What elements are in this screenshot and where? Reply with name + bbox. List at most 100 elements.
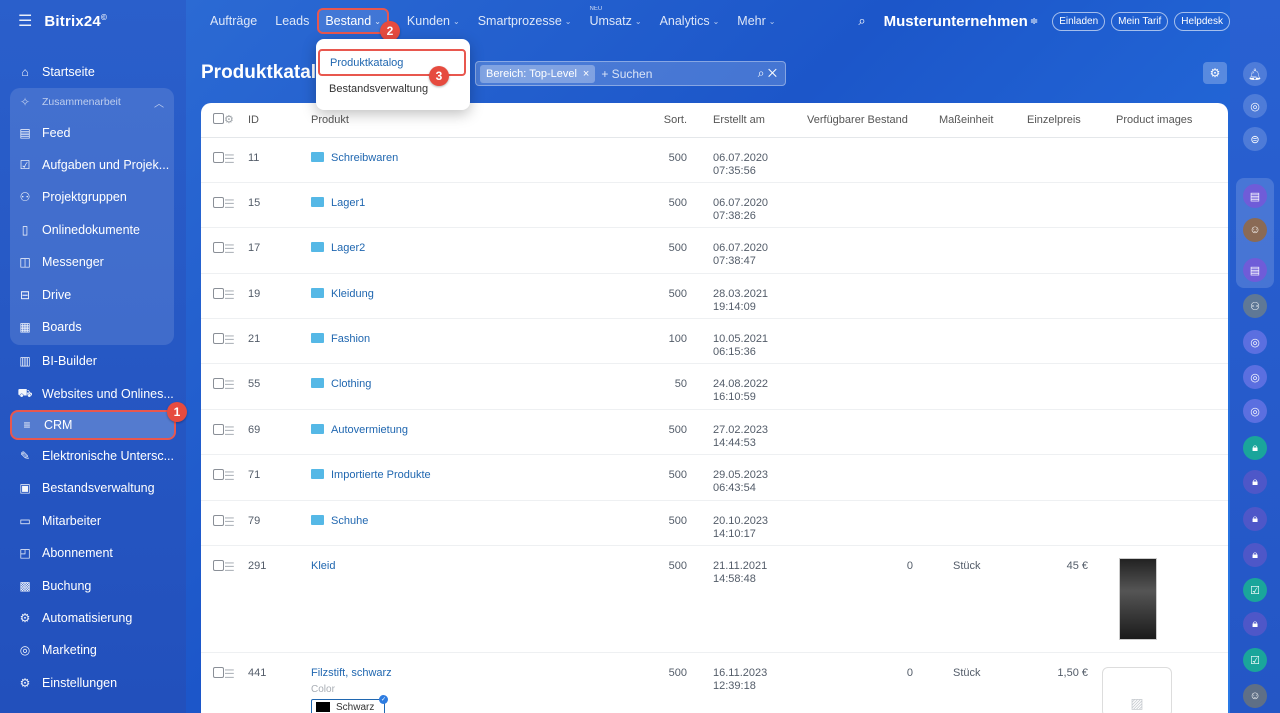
row-checkbox[interactable]: [213, 469, 224, 481]
color-variant-swatch[interactable]: Schwarz ✓: [311, 695, 388, 713]
sidebar-item-booking[interactable]: ▩ Buchung: [0, 569, 186, 601]
tab-customers[interactable]: Kunden ⌄: [407, 14, 460, 28]
row-checkbox[interactable]: [213, 560, 224, 572]
table-row[interactable]: ☰ 11 Schreibwaren 500 06.07.2020 07:35:56: [201, 137, 1228, 183]
product-section-link[interactable]: Lager2: [331, 242, 365, 254]
column-header-stock[interactable]: Verfügbarer Bestand: [807, 103, 927, 138]
sidebar-item-messenger[interactable]: ◫ Messenger: [10, 246, 174, 278]
tab-inventory[interactable]: Bestand ⌄: [317, 8, 389, 34]
drag-handle-icon[interactable]: ☰: [224, 515, 235, 529]
bell-icon[interactable]: 🔔︎: [1243, 62, 1267, 86]
table-row[interactable]: ☰ 441 Filzstift, schwarz Color Schwarz ✓ 500 16…: [201, 652, 1228, 713]
product-link[interactable]: Filzstift, schwarz: [311, 667, 392, 679]
filter-search-bar[interactable]: Bereich: Top-Level × + Suchen ⌕ ✕: [475, 61, 786, 86]
clear-icon[interactable]: ✕: [768, 66, 777, 80]
lock-icon[interactable]: 🔒︎: [1243, 436, 1267, 460]
sidebar-item-employees[interactable]: ▭ Mitarbeiter: [0, 505, 186, 537]
column-header-price[interactable]: Einzelpreis: [1027, 103, 1102, 138]
tab-orders[interactable]: Aufträge: [210, 14, 257, 28]
product-section-link[interactable]: Autovermietung: [331, 424, 408, 436]
column-header-sort[interactable]: Sort.: [601, 103, 687, 138]
row-checkbox[interactable]: [213, 196, 224, 208]
sidebar-item-tasks[interactable]: ☑ Aufgaben und Projek...: [10, 149, 174, 181]
select-all-checkbox[interactable]: [213, 112, 224, 124]
chat-channel-icon[interactable]: ▤: [1243, 258, 1267, 282]
drag-handle-icon[interactable]: ☰: [224, 424, 235, 438]
lock-icon[interactable]: 🔒︎: [1243, 470, 1267, 494]
tab-analytics[interactable]: Analytics ⌄: [660, 14, 720, 28]
drag-handle-icon[interactable]: ☰: [224, 469, 235, 483]
sidebar-item-feed[interactable]: ▤ Feed: [10, 116, 174, 148]
product-section-link[interactable]: Lager1: [331, 197, 365, 209]
product-section-link[interactable]: Fashion: [331, 333, 370, 345]
tab-more[interactable]: Mehr ⌄: [737, 14, 775, 28]
lock-icon[interactable]: 🔒︎: [1243, 543, 1267, 567]
sidebar-item-home[interactable]: ⌂ Startseite: [0, 56, 186, 88]
tab-smart-processes[interactable]: Smartprozesse ⌄: [478, 14, 572, 28]
chat-channel-icon[interactable]: ▤: [1243, 184, 1267, 208]
row-checkbox[interactable]: [213, 287, 224, 299]
sidebar-item-automation[interactable]: ⚙ Automatisierung: [0, 602, 186, 634]
drag-handle-icon[interactable]: ☰: [224, 197, 235, 211]
product-image[interactable]: [1119, 558, 1157, 641]
helpdesk-button[interactable]: Helpdesk: [1174, 11, 1230, 31]
product-section-link[interactable]: Kleidung: [331, 288, 374, 300]
tab-leads[interactable]: Leads: [275, 14, 309, 28]
drag-handle-icon[interactable]: ☰: [224, 152, 235, 166]
close-icon[interactable]: ×: [583, 68, 589, 80]
copilot-chat-icon[interactable]: ◎: [1243, 399, 1267, 423]
column-header-id[interactable]: ID: [248, 103, 311, 138]
drag-handle-icon[interactable]: ☰: [224, 288, 235, 302]
copilot-icon[interactable]: ◎: [1243, 94, 1267, 118]
sidebar-item-boards[interactable]: ▦ Boards: [10, 311, 174, 343]
column-header-created[interactable]: Erstellt am: [687, 103, 807, 138]
menu-burger-icon[interactable]: ☰: [18, 11, 32, 31]
product-section-link[interactable]: Schreibwaren: [331, 152, 398, 164]
sidebar-item-websites[interactable]: ⛟ Websites und Onlines...: [0, 378, 186, 410]
lock-icon[interactable]: 🔒︎: [1243, 612, 1267, 636]
search-input[interactable]: + Suchen: [601, 67, 652, 81]
drag-handle-icon[interactable]: ☰: [224, 378, 235, 392]
tab-revenue[interactable]: NEU Umsatz ⌄: [589, 6, 641, 28]
copilot-chat-icon[interactable]: ◎: [1243, 365, 1267, 389]
sidebar-item-crm[interactable]: ≡ CRM: [10, 409, 176, 440]
lock-icon[interactable]: 🔒︎: [1243, 507, 1267, 531]
page-settings-button[interactable]: ⚙: [1203, 62, 1227, 84]
table-row[interactable]: ☰ 71 Importierte Produkte 500 29.05.2023 06:4…: [201, 454, 1228, 501]
search-icon[interactable]: ⌕: [758, 66, 765, 80]
copilot-chat-icon[interactable]: ◎: [1243, 330, 1267, 354]
sidebar-item-inventory[interactable]: ▣ Bestandsverwaltung: [0, 472, 186, 504]
grid-settings-icon[interactable]: ⚙: [224, 114, 234, 126]
sidebar-item-esign[interactable]: ✎ Elektronische Untersc...: [0, 440, 186, 472]
filter-chip[interactable]: Bereich: Top-Level ×: [480, 64, 596, 83]
company-switch-icon[interactable]: ≑: [1030, 16, 1038, 27]
table-row[interactable]: ☰ 17 Lager2 500 06.07.2020 07:38:47: [201, 227, 1228, 274]
sidebar-item-drive[interactable]: ⊟ Drive: [10, 278, 174, 310]
product-section-link[interactable]: Clothing: [331, 378, 371, 390]
row-checkbox[interactable]: [213, 514, 224, 526]
group-avatar[interactable]: ⚇: [1243, 294, 1267, 318]
sidebar-item-groups[interactable]: ⚇ Projektgruppen: [10, 181, 174, 213]
row-checkbox[interactable]: [213, 667, 224, 679]
brand-logo[interactable]: Bitrix24©: [44, 13, 107, 30]
sidebar-item-documents[interactable]: ▯ Onlinedokumente: [10, 214, 174, 246]
drag-handle-icon[interactable]: ☰: [224, 667, 235, 681]
sidebar-item-subscription[interactable]: ◰ Abonnement: [0, 537, 186, 569]
sidebar-item-bi-builder[interactable]: ▥ BI-Builder: [0, 345, 186, 377]
task-check-icon[interactable]: ☑: [1243, 578, 1267, 602]
contact-avatar[interactable]: ☺: [1243, 684, 1267, 708]
row-checkbox[interactable]: [213, 423, 224, 435]
column-header-unit[interactable]: Maßeinheit: [927, 103, 1027, 138]
product-section-link[interactable]: Schuhe: [331, 515, 368, 527]
product-section-link[interactable]: Importierte Produkte: [331, 469, 431, 481]
row-checkbox[interactable]: [213, 242, 224, 254]
sidebar-group-header[interactable]: ✧ Zusammenarbeit ︿: [10, 88, 174, 116]
task-check-icon[interactable]: ☑: [1243, 648, 1267, 672]
invite-button[interactable]: Einladen: [1052, 11, 1106, 31]
sidebar-item-marketing[interactable]: ◎ Marketing: [0, 634, 186, 666]
table-row[interactable]: ☰ 19 Kleidung 500 28.03.2021 19:14:09: [201, 273, 1228, 320]
table-row[interactable]: ☰ 79 Schuhe 500 20.10.2023 14:10:17: [201, 500, 1228, 547]
table-row[interactable]: ☰ 291 Kleid 500 21.11.2021 14:58:48 0 Stück 45 €: [201, 545, 1228, 654]
image-placeholder-icon[interactable]: ▨: [1102, 667, 1172, 713]
search-chat-icon[interactable]: ⊜: [1243, 127, 1267, 151]
